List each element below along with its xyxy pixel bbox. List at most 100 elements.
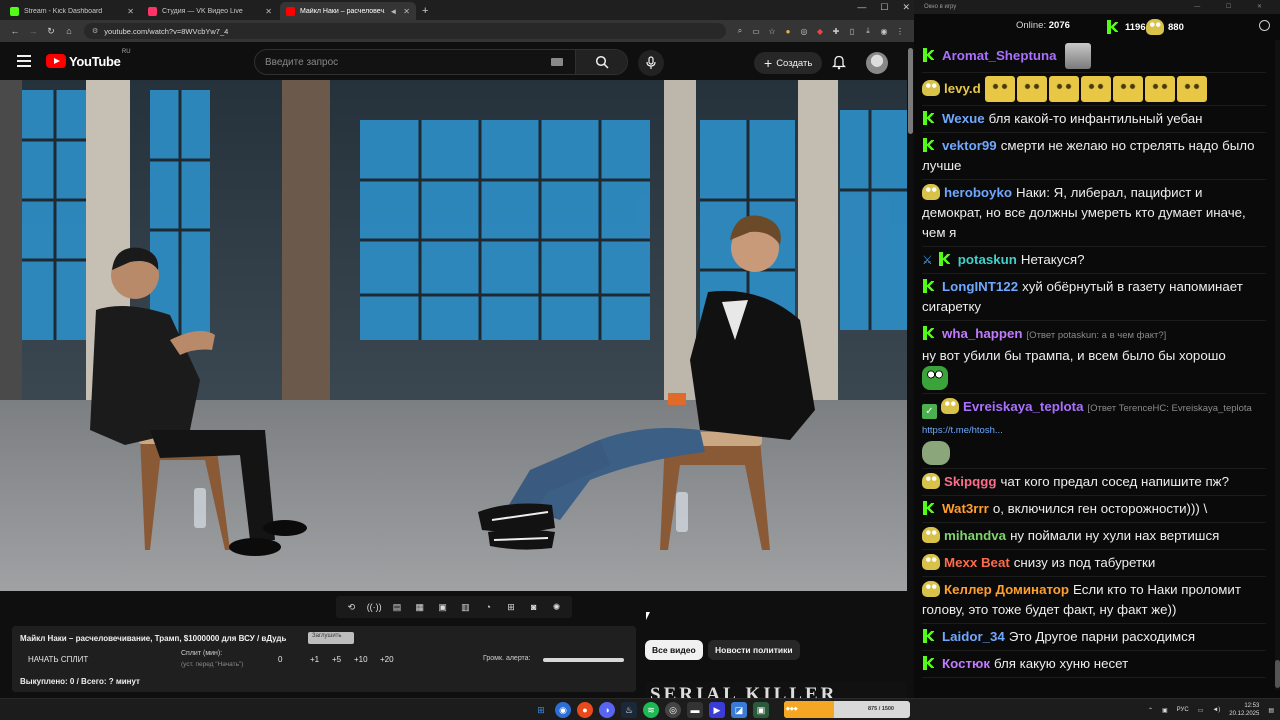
network-icon[interactable]: ▭ xyxy=(1198,707,1204,714)
app-tray-icon[interactable]: ▣ xyxy=(1162,707,1168,714)
settings-icon[interactable] xyxy=(1259,20,1270,31)
chip-all-videos[interactable]: Все видео xyxy=(645,640,703,660)
app-icon[interactable]: ▣ xyxy=(753,702,769,718)
bookmark-star-icon[interactable]: ☆ xyxy=(764,24,780,38)
playlist-icon[interactable]: ▤ xyxy=(390,601,404,613)
split-value[interactable]: 0 xyxy=(278,655,282,664)
extension-icon[interactable]: ◎ xyxy=(796,24,812,38)
youtube-logo[interactable]: YouTube RU xyxy=(46,49,131,69)
increment-1-button[interactable]: +1 xyxy=(310,655,319,664)
discord-icon[interactable]: ◑ xyxy=(599,702,615,718)
chat-username[interactable]: wha_happen xyxy=(942,326,1023,341)
clock[interactable]: 12:53 20.12.2025 xyxy=(1229,702,1259,718)
alert-volume-slider[interactable] xyxy=(543,658,624,662)
chat-username[interactable]: Wat3rrr xyxy=(942,501,989,516)
start-menu-icon[interactable]: ⊞ xyxy=(533,702,549,718)
voice-search-button[interactable] xyxy=(638,50,664,76)
extension-icon[interactable]: ◆ xyxy=(812,24,828,38)
spotify-icon[interactable]: ≋ xyxy=(643,702,659,718)
profile-icon[interactable]: ◉ xyxy=(876,24,892,38)
forward-icon[interactable]: → xyxy=(24,26,42,36)
tab-youtube-video[interactable]: Майкл Наки – расчеловеч... ◄ ✕ xyxy=(280,2,416,20)
menu-dots-icon[interactable]: ⋮ xyxy=(892,24,908,38)
add-icon[interactable]: ⊞ xyxy=(504,601,518,613)
search-icon[interactable]: ⌕ xyxy=(732,24,748,38)
start-split-button[interactable]: НАЧАТЬ СПЛИТ xyxy=(28,655,88,664)
chat-username[interactable]: Костюк xyxy=(942,656,990,671)
chat-username[interactable]: Wexue xyxy=(942,111,985,126)
video-player[interactable] xyxy=(0,80,907,591)
increment-20-button[interactable]: +20 xyxy=(380,655,394,664)
clapper-icon[interactable]: ▦ xyxy=(413,601,427,613)
chat-username[interactable]: potaskun xyxy=(958,252,1017,267)
app-icon[interactable]: ● xyxy=(577,702,593,718)
gear-icon[interactable]: ✺ xyxy=(550,601,564,613)
close-icon[interactable]: ✕ xyxy=(403,7,410,16)
chat-username[interactable]: Laidor_34 xyxy=(942,629,1005,644)
chat-scrollbar[interactable] xyxy=(1275,40,1280,690)
download-icon[interactable]: ⤓ xyxy=(860,24,876,38)
steam-icon[interactable]: ♨ xyxy=(621,702,637,718)
lang-indicator[interactable]: РУС xyxy=(1177,707,1189,713)
home-icon[interactable]: ⌂ xyxy=(60,26,78,36)
sidebar-icon[interactable]: ▯ xyxy=(844,24,860,38)
reply-reference[interactable]: [Ответ potaskun: а в чем факт?] xyxy=(1027,330,1167,341)
increment-5-button[interactable]: +5 xyxy=(332,655,341,664)
chip-politics-news[interactable]: Новости политики xyxy=(708,640,800,660)
app-icon[interactable]: ▬ xyxy=(687,702,703,718)
active-app-icon[interactable]: ◪ xyxy=(731,702,747,718)
create-button[interactable]: + Создать xyxy=(754,52,823,74)
search-input[interactable] xyxy=(255,56,551,68)
chat-username[interactable]: Mexx Beat xyxy=(944,555,1010,570)
chat-link[interactable]: https://t.me/htosh... xyxy=(922,425,1003,436)
menu-icon[interactable] xyxy=(17,55,31,67)
close-window-icon[interactable]: ✕ xyxy=(902,2,910,13)
broadcast-icon[interactable]: ((·)) xyxy=(367,601,382,613)
chat-username[interactable]: Skipqgg xyxy=(944,474,996,489)
extension-icon[interactable]: ● xyxy=(780,24,796,38)
picture-in-picture-icon[interactable]: ▣ xyxy=(436,601,450,613)
media-player-icon[interactable]: ▶ xyxy=(709,702,725,718)
chrome-icon[interactable]: ◉ xyxy=(555,702,571,718)
chat-username[interactable]: Aromat_Sheptuna xyxy=(942,48,1057,63)
chat-username[interactable]: LongINT122 xyxy=(942,279,1018,294)
tab-kick-dashboard[interactable]: Stream - Kick Dashboard ✕ xyxy=(4,2,140,20)
maximize-icon[interactable]: ☐ xyxy=(880,2,888,13)
recommended-thumbnail[interactable]: SERIAL KILLER xyxy=(645,682,907,698)
obs-icon[interactable]: ◎ xyxy=(665,702,681,718)
kick-widget[interactable]: ◆◆◆ 875 / 1500 xyxy=(784,701,910,718)
notifications-button[interactable] xyxy=(831,54,847,75)
url-field[interactable]: ⚙ youtube.com/watch?v=8WVcbYw7_4 xyxy=(84,23,726,39)
chevron-up-icon[interactable]: ⌃ xyxy=(1148,707,1153,714)
notifications-icon[interactable]: ▤ xyxy=(1268,707,1274,714)
avatar[interactable] xyxy=(866,52,888,74)
increment-10-button[interactable]: +10 xyxy=(354,655,368,664)
back-icon[interactable]: ← xyxy=(6,26,24,36)
chat-username[interactable]: Келлер Доминатор xyxy=(944,582,1069,597)
mute-tag[interactable]: Заглушить xyxy=(308,632,354,644)
reload-icon[interactable]: ↻ xyxy=(42,26,60,37)
scrollbar-thumb[interactable] xyxy=(908,48,913,134)
window-controls[interactable]: — ☐ ✕ xyxy=(1194,3,1274,10)
speed-icon[interactable]: ◔ xyxy=(481,601,495,613)
chat-username[interactable]: levy.d xyxy=(944,81,981,96)
camera-icon[interactable]: ◙ xyxy=(527,601,541,613)
page-scrollbar[interactable] xyxy=(907,42,914,692)
chat-username[interactable]: vektor99 xyxy=(942,138,997,153)
chat-username[interactable]: heroboyko xyxy=(944,185,1012,200)
search-button[interactable] xyxy=(575,50,627,74)
chat-username[interactable]: Evreiskaya_teplota xyxy=(963,399,1083,414)
theater-icon[interactable]: ▥ xyxy=(458,601,472,613)
close-icon[interactable]: ✕ xyxy=(265,7,272,16)
volume-icon[interactable]: ◄) xyxy=(1212,707,1220,713)
puzzle-icon[interactable]: ✚ xyxy=(828,24,844,38)
new-tab-button[interactable]: + xyxy=(422,5,428,17)
speaker-icon[interactable]: ◄ xyxy=(389,7,397,16)
tab-vk-studio[interactable]: Студия — VK Видео Live ✕ xyxy=(142,2,278,20)
scrollbar-thumb[interactable] xyxy=(1275,660,1280,688)
keyboard-icon[interactable] xyxy=(551,58,563,66)
chat-username[interactable]: mihandva xyxy=(944,528,1006,543)
close-icon[interactable]: ✕ xyxy=(127,7,134,16)
minimize-icon[interactable]: — xyxy=(857,2,866,13)
loop-icon[interactable]: ⟲ xyxy=(344,601,358,613)
